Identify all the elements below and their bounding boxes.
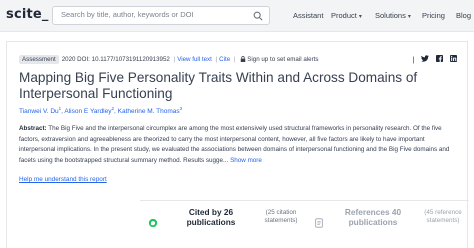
abstract: Abstract: The Big Five and the interpers… [19,124,457,166]
year-doi: 2020 DOI: 10.1177/1073191120913952 [61,56,170,63]
search-input[interactable] [61,10,246,19]
divider: | [173,56,176,63]
article-card: Assessment 2020 DOI: 10.1177/107319112091… [6,41,469,248]
nav-pricing[interactable]: Pricing [422,11,445,20]
citation-stats: Cited by 26 publications (25 citation st… [140,200,469,248]
divider: | [412,57,415,64]
article-title: Mapping Big Five Personality Traits With… [19,70,418,101]
journal-badge[interactable]: Assessment [19,55,59,64]
document-icon [315,218,323,228]
author-list: Tianwei V. Du1, Alison E Yardley2, Kathe… [19,106,183,116]
share-bar: | [407,55,457,64]
show-more-link[interactable]: Show more [230,157,262,164]
search-icon[interactable] [253,11,263,21]
author-link[interactable]: Katherine M. Thomas3 [118,106,183,115]
facebook-icon[interactable] [436,55,444,64]
tab-cited-by[interactable]: Cited by 26 publications (25 citation st… [140,201,304,248]
view-full-text-link[interactable]: View full text [177,56,212,63]
search-box[interactable] [52,6,270,25]
chat-bubble-icon [148,218,158,228]
nav-assistant[interactable]: Assistant [293,11,323,20]
author-link[interactable]: Alison E Yardley2 [64,106,114,115]
reference-statements-count: (45 reference statements) [424,209,462,224]
chevron-down-icon: ▾ [358,14,362,20]
logo[interactable]: scite_ [6,7,49,22]
top-nav: scite_ Assistant Product▾ Solutions▾ Pri… [0,0,474,32]
nav-blog[interactable]: Blog [456,11,471,20]
nav-solutions[interactable]: Solutions ▾ [375,11,411,20]
linkedin-icon[interactable] [450,55,457,64]
author-link[interactable]: Tianwei V. Du1 [19,106,61,115]
tab-references[interactable]: References 40 publications (45 reference… [306,201,469,248]
abstract-label: Abstract: [19,125,47,132]
chevron-down-icon: ▾ [407,14,411,20]
cite-link[interactable]: Cite [219,56,230,63]
references-count: References 40 publications [344,207,402,227]
divider: | [215,56,218,63]
twitter-icon[interactable] [421,55,430,64]
sign-up-alerts-link[interactable]: Sign up to set email alerts [247,56,318,63]
nav-product[interactable]: Product ▾ [331,11,362,20]
lock-icon [240,56,245,62]
help-understand-link[interactable]: Help me understand this report [19,176,107,183]
citation-statements-count: (25 citation statements) [264,209,298,224]
article-meta: Assessment 2020 DOI: 10.1177/107319112091… [19,55,455,65]
divider: | [233,56,236,63]
cited-by-count: Cited by 26 publications [186,207,236,227]
